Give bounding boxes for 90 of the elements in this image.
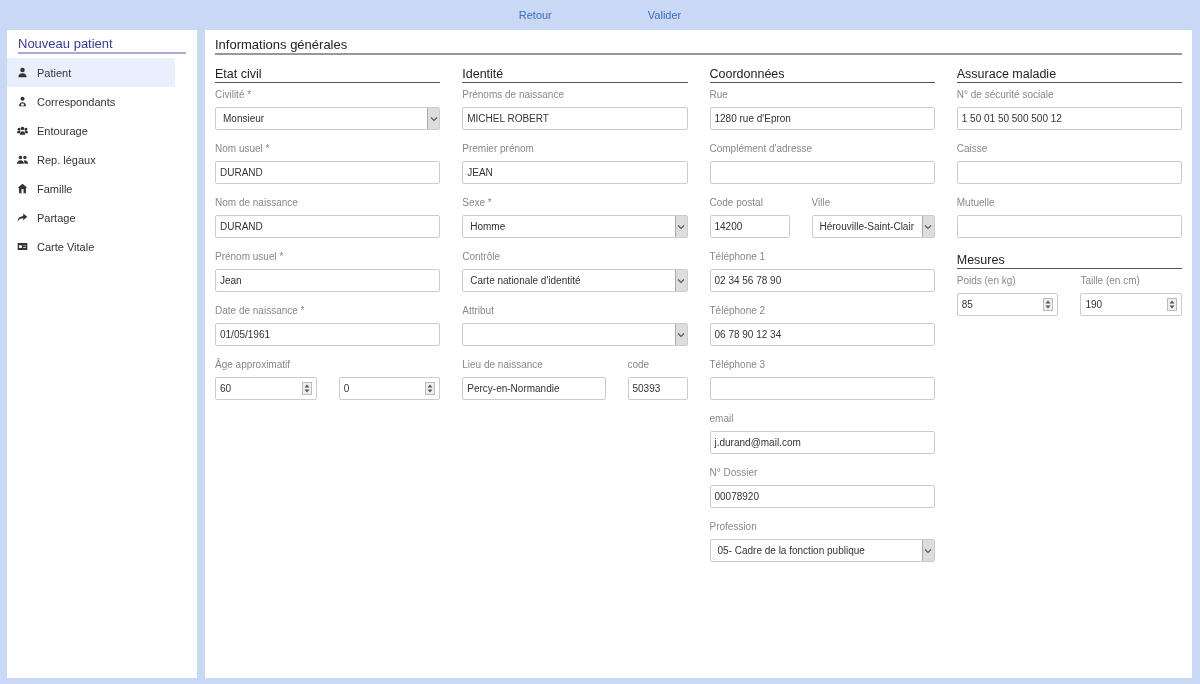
- chevron-down-icon: [921, 216, 934, 237]
- input-field[interactable]: 14200: [709, 215, 790, 238]
- dropdown-field[interactable]: Monsieur: [215, 107, 441, 130]
- chevron-down-icon: [427, 108, 440, 129]
- dropdown-field[interactable]: 05- Cadre de la fonction publique: [709, 539, 935, 562]
- chevron-down-icon: [674, 270, 687, 291]
- two-people-icon: [17, 154, 28, 165]
- house-icon: [17, 183, 28, 194]
- section-heading: Assurace maladie: [956, 67, 1182, 83]
- chevron-down-icon: [674, 324, 687, 345]
- sidebar-item[interactable]: Famille: [7, 174, 175, 203]
- input-field[interactable]: 01/05/1961: [215, 323, 441, 346]
- field-label: Contrôle: [462, 251, 502, 264]
- doctor-icon: [17, 96, 28, 107]
- input-field[interactable]: MICHEL ROBERT: [462, 107, 688, 130]
- sidebar-item[interactable]: Partage: [7, 203, 175, 232]
- toolbar-link[interactable]: Valider: [647, 9, 682, 21]
- field-label: Prénom usuel *: [215, 251, 285, 264]
- input-field[interactable]: [956, 215, 1182, 238]
- field-label: Complément d'adresse: [709, 143, 813, 156]
- field-label: Nom usuel *: [215, 143, 271, 156]
- field-label: Mutuelle: [956, 197, 996, 210]
- sidebar-item[interactable]: Patient: [7, 58, 175, 87]
- input-field[interactable]: 02 34 56 78 90: [709, 269, 935, 292]
- chevron-down-icon: [921, 540, 934, 561]
- field-label: Profession: [709, 521, 758, 534]
- number-field[interactable]: 0: [338, 377, 441, 400]
- input-field[interactable]: 06 78 90 12 34: [709, 323, 935, 346]
- field-label: code: [627, 359, 651, 372]
- input-field[interactable]: j.durand@mail.com: [709, 431, 935, 454]
- input-field[interactable]: 50393: [627, 377, 688, 400]
- sidebar-item[interactable]: Rep. légaux: [7, 145, 175, 174]
- spinner-icon: [1167, 298, 1177, 311]
- section-heading: Etat civil: [215, 67, 441, 83]
- field-label: N° Dossier: [709, 467, 759, 480]
- section-heading: Mesures: [956, 253, 1182, 269]
- field-label: Nom de naissance: [215, 197, 299, 210]
- chevron-down-icon: [674, 216, 687, 237]
- toolbar-link[interactable]: Retour: [518, 9, 552, 21]
- field-label: Poids (en kg): [956, 275, 1017, 288]
- group-icon: [17, 125, 28, 136]
- field-label: Téléphone 2: [709, 305, 767, 318]
- field-label: Âge approximatif: [215, 359, 292, 372]
- spinner-icon: [301, 382, 312, 395]
- number-field[interactable]: 190: [1080, 293, 1182, 316]
- input-field[interactable]: DURAND: [215, 161, 441, 184]
- person-icon: [17, 67, 28, 78]
- field-label: Taille (en cm): [1080, 275, 1141, 288]
- field-label: Téléphone 3: [709, 359, 767, 372]
- field-label: Lieu de naissance: [462, 359, 544, 372]
- number-field[interactable]: 85: [956, 293, 1059, 316]
- spinner-icon: [1043, 298, 1054, 311]
- input-field[interactable]: JEAN: [462, 161, 688, 184]
- spinner-icon: [425, 382, 436, 395]
- field-label: Téléphone 1: [709, 251, 767, 264]
- field-label: Code postal: [709, 197, 764, 210]
- input-field[interactable]: Jean: [215, 269, 441, 292]
- share-arrow-icon: [17, 212, 28, 223]
- field-label: N° de sécurité sociale: [956, 89, 1055, 102]
- field-label: Rue: [709, 89, 729, 102]
- sidebar-item[interactable]: Correspondants: [7, 87, 175, 116]
- input-field[interactable]: DURAND: [215, 215, 441, 238]
- sidebar-item[interactable]: Carte Vitale: [7, 232, 175, 261]
- input-field[interactable]: 1 50 01 50 500 500 12: [956, 107, 1182, 130]
- field-label: Date de naissance *: [215, 305, 306, 318]
- input-field[interactable]: 1280 rue d'Epron: [709, 107, 935, 130]
- section-heading: Identité: [462, 67, 688, 83]
- input-field[interactable]: [956, 161, 1182, 184]
- field-label: Caisse: [956, 143, 989, 156]
- input-field[interactable]: [709, 161, 935, 184]
- field-label: Civilité *: [215, 89, 253, 102]
- section-heading: Coordonnées: [709, 67, 935, 83]
- dropdown-field[interactable]: Homme: [462, 215, 688, 238]
- field-label: Ville: [811, 197, 832, 210]
- number-field[interactable]: 60: [215, 377, 317, 400]
- field-label: Prénoms de naissance: [462, 89, 565, 102]
- input-field[interactable]: [709, 377, 935, 400]
- dropdown-field[interactable]: Hérouville-Saint-Clair: [811, 215, 935, 238]
- field-label: Premier prénom: [462, 143, 535, 156]
- field-label: email: [709, 413, 735, 426]
- input-field[interactable]: Percy-en-Normandie: [462, 377, 606, 400]
- panel-title: Informations générales: [215, 37, 1182, 55]
- field-label: Sexe *: [462, 197, 493, 210]
- dropdown-field[interactable]: [462, 323, 688, 346]
- input-field[interactable]: 00078920: [709, 485, 935, 508]
- dropdown-field[interactable]: Carte nationale d'identité: [462, 269, 688, 292]
- sidebar-item[interactable]: Entourage: [7, 116, 175, 145]
- field-label: Attribut: [462, 305, 495, 318]
- sidebar-title: Nouveau patient: [18, 36, 186, 54]
- id-card-icon: [17, 241, 28, 252]
